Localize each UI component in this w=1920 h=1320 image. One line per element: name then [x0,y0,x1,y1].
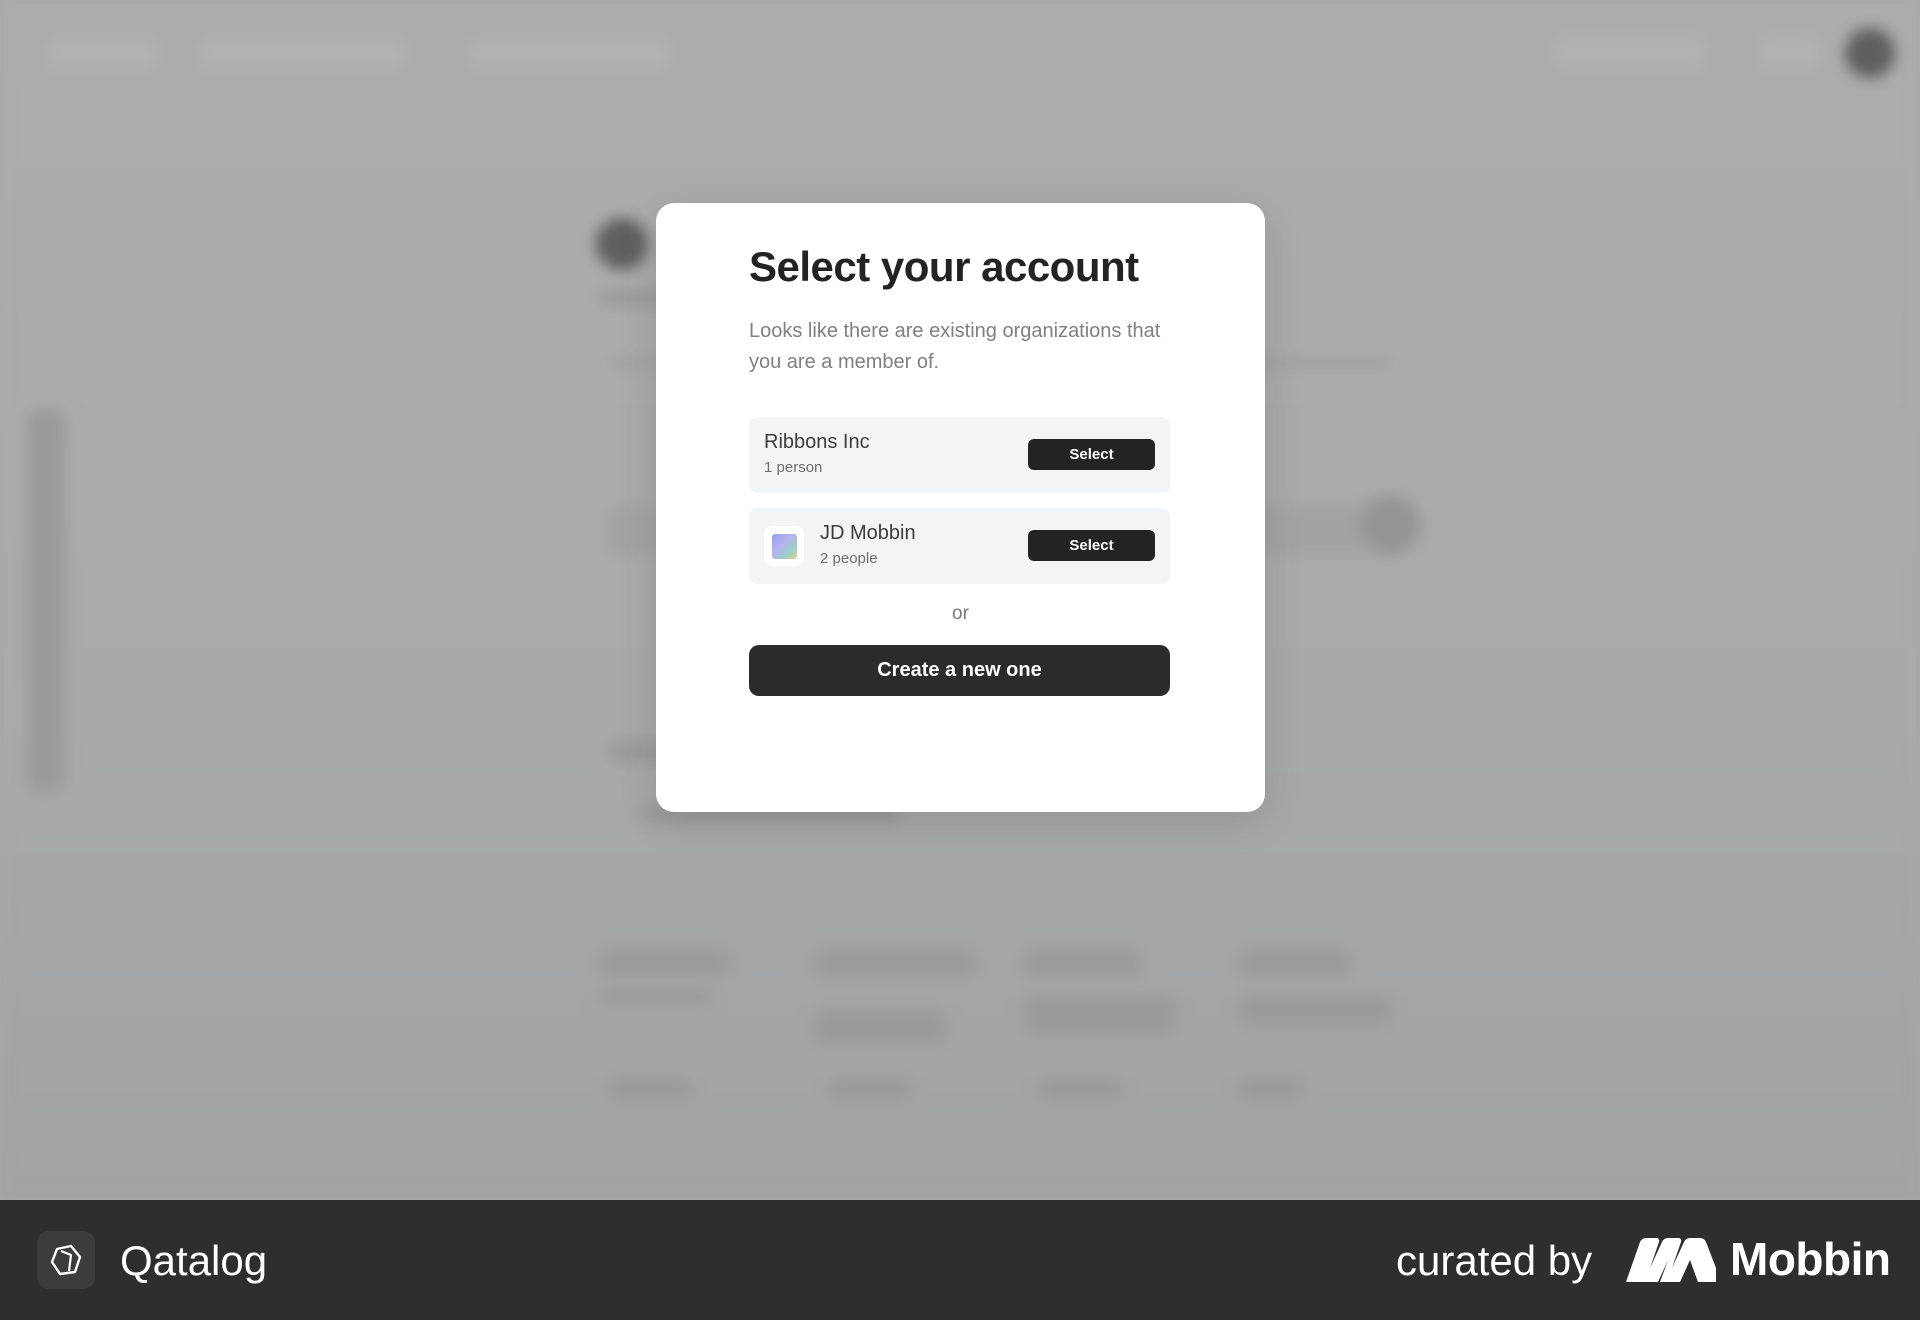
background-nav-pill [48,40,158,68]
org-card-ribbons-inc: Ribbons Inc 1 person Select [749,417,1170,493]
background-card [815,950,975,976]
background-card [815,1010,945,1044]
create-new-organization-button[interactable]: Create a new one [749,645,1170,696]
org-name: JD Mobbin [820,522,916,544]
background-nav-pill [1760,38,1820,68]
curated-by-label: curated by [1396,1237,1593,1284]
background-card [610,1078,690,1100]
org-member-count: 2 people [820,550,878,567]
org-member-count: 1 person [764,459,823,476]
qatalog-logo-icon [37,1231,95,1289]
or-divider-text: or [952,603,969,624]
footer-bar: Qatalog curated by Mobbin [0,1200,1920,1320]
qatalog-logo-shape [50,1244,82,1276]
background-card [1025,950,1140,976]
brand-name: Qatalog [120,1237,268,1284]
modal-title: Select your account [749,243,1139,290]
select-jd-mobbin-button[interactable]: Select [1028,530,1155,561]
background-card [600,990,710,1004]
modal-description: Looks like there are existing organizati… [749,320,1161,373]
background-card [1040,1078,1120,1100]
background-rail [28,410,64,790]
background-card [1025,995,1175,1035]
org-name: Ribbons Inc [764,431,870,453]
background-card [1240,995,1390,1025]
background-avatar [1845,28,1895,78]
org-card-jd-mobbin: JD Mobbin 2 people Select [749,508,1170,584]
select-ribbons-inc-button[interactable]: Select [1028,439,1155,470]
background-circle [1360,495,1420,555]
background-page-avatar [596,218,648,270]
background-card [600,950,730,976]
mobbin-logo-icon [1626,1238,1716,1282]
background-card [830,1078,910,1100]
curator-name: Mobbin [1730,1233,1891,1285]
org-logo-image [771,533,797,559]
background-nav-pill [470,40,670,68]
background-card [1240,1078,1300,1100]
background-nav-pill [1555,38,1705,68]
background-nav-pill [200,40,405,68]
background-card [1240,950,1350,976]
org-logo-icon [764,526,804,566]
select-account-modal: Select your account Looks like there are… [656,203,1265,812]
